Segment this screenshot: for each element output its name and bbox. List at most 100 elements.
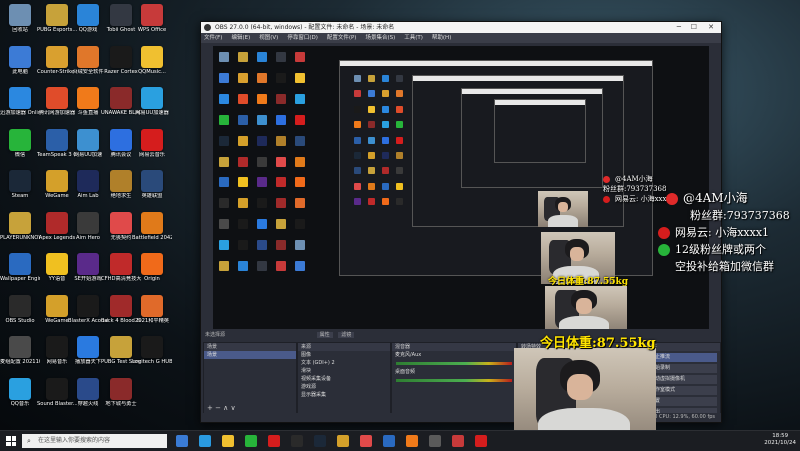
filters-button[interactable]: 滤镜 <box>338 332 355 338</box>
scenes-panel: 场景 场景 + − ∧ ∨ <box>203 342 297 414</box>
taskbar-app-icon[interactable] <box>291 435 303 447</box>
nested-obs-preview-2 <box>412 75 624 227</box>
taskbar-app-icon[interactable] <box>406 435 418 447</box>
source-item[interactable]: 图像 <box>298 351 390 359</box>
desktop-icon[interactable]: Origin <box>132 251 172 297</box>
source-item[interactable]: 滑块 <box>298 367 390 375</box>
pubg-icon <box>46 4 68 26</box>
obs-menu-item[interactable]: 停靠窗口(D) <box>287 35 318 41</box>
desktop-icon[interactable]: 微信 <box>0 127 40 173</box>
properties-button[interactable]: 属性 <box>316 332 333 338</box>
douyu-icon <box>77 87 99 109</box>
minimize-icon[interactable]: ─ <box>677 22 681 33</box>
taskbar-app-icon[interactable] <box>337 435 349 447</box>
desktop-icon[interactable]: 2021和平精英 <box>132 293 172 339</box>
maximize-icon[interactable]: ☐ <box>691 22 697 33</box>
obs-menu-item[interactable]: 工具(T) <box>404 35 423 41</box>
obs-menu-item[interactable]: 编辑(E) <box>231 35 250 41</box>
taskbar-app-icon[interactable] <box>475 435 487 447</box>
desktop-icon-label: QQMusic... <box>138 68 166 75</box>
obs-menu-item[interactable]: 帮助(H) <box>432 35 451 41</box>
control-button[interactable]: 启动虚拟摄像机 <box>647 375 717 384</box>
pubg-test-icon <box>110 336 132 358</box>
windows-start-icon[interactable] <box>6 436 16 446</box>
source-item[interactable]: 游戏源 <box>298 383 390 391</box>
taskbar-app-icon[interactable] <box>429 435 441 447</box>
uu-icon <box>141 87 163 109</box>
origin-icon <box>141 253 163 275</box>
desktop-icon[interactable]: OBS Studio <box>0 293 40 339</box>
system-clock[interactable]: 18:59 2021/10/24 <box>764 433 796 447</box>
desktop-icon-label: QQ音乐 <box>10 400 30 407</box>
obs-window-title: OBS 27.0.0 (64-bit, windows) - 配置文件: 未命名… <box>215 24 395 31</box>
desktop-icon[interactable]: Battlefield 2042 Open <box>132 210 172 256</box>
taskbar-app-icon[interactable] <box>199 435 211 447</box>
scene-item[interactable]: 场景 <box>204 351 296 359</box>
desktop-icon[interactable]: WPS Office <box>132 2 172 48</box>
huorong-icon <box>77 45 99 68</box>
b4b-icon <box>110 294 132 317</box>
obs-menu-item[interactable]: 场景集合(S) <box>365 35 395 41</box>
desktop-icon[interactable]: 此电脑 <box>0 44 40 90</box>
taskbar-app-icon[interactable] <box>245 435 257 447</box>
desktop-icon-label: 微信 <box>14 151 26 158</box>
desktop-icon[interactable]: 回收站 <box>0 2 40 48</box>
razer-icon <box>110 45 132 68</box>
desktop-icon[interactable]: 英雄联盟 <box>132 168 172 214</box>
streamer-info-overlay: @4AM小海 粉丝群:793737368 网易云: 小海xxxx1 12级粉丝牌… <box>658 190 790 275</box>
desktop-icon[interactable]: Wallpaper Engine <box>0 251 40 297</box>
mixer-mic-label: 麦克风/Aux <box>395 352 422 358</box>
obs-title-bar[interactable]: OBS 27.0.0 (64-bit, windows) - 配置文件: 未命名… <box>201 22 721 33</box>
desktop-icon[interactable]: 网易云音乐 <box>132 127 172 173</box>
desktop-icon-label: 地下城与勇士 <box>105 400 137 407</box>
taskbar-app-icon[interactable] <box>452 435 464 447</box>
close-icon[interactable]: ✕ <box>708 22 714 33</box>
scene-add-remove[interactable]: + − ∧ ∨ <box>207 404 236 412</box>
cf-icon <box>77 377 99 400</box>
this-pc-icon <box>9 45 31 68</box>
desktop-icon-label: Steam <box>11 193 29 199</box>
taskbar-app-icon[interactable] <box>383 435 395 447</box>
desktop-icon[interactable]: PLAYERUNKNOWN BATTLEGR... <box>0 210 40 256</box>
nested-webcam <box>538 191 588 227</box>
desktop-icon[interactable]: 网易UU加速器 <box>132 85 172 131</box>
control-button[interactable]: 工作室模式 <box>647 386 717 395</box>
qqmusic2-icon <box>9 377 31 400</box>
desktop-icon[interactable]: Steam <box>0 168 40 214</box>
taskbar-app-icon[interactable] <box>360 435 372 447</box>
desktop-icon[interactable]: 迅游加速器 Online <box>0 85 40 131</box>
desktop-icon-label: 此电脑 <box>12 68 28 75</box>
taskbar-search[interactable]: ⌕ 在这里输入你要搜索的内容 <box>22 434 167 448</box>
wechat-icon <box>658 243 670 256</box>
obs-icon <box>9 294 31 317</box>
taskbar-app-icon[interactable] <box>268 435 280 447</box>
pubg2-icon <box>110 170 132 192</box>
control-button[interactable]: 停止推流 <box>647 353 717 362</box>
source-item[interactable]: 文本 (GDI+) 2 <box>298 359 390 367</box>
obs-menu-item[interactable]: 视图(V) <box>259 35 278 41</box>
control-button[interactable]: 开始录制 <box>647 364 717 373</box>
desktop-icon[interactable]: QQMusic... <box>132 44 172 90</box>
desktop-icon[interactable]: Logitech G HUB <box>132 334 172 380</box>
nested-obs-preview-3 <box>461 88 603 188</box>
control-button[interactable]: 设置 <box>647 397 717 406</box>
obs-preview[interactable]: 今日体重:87.55kg @4AM小海 粉丝群:793737368 网易云: 小… <box>213 46 709 329</box>
tx-accel-icon <box>46 87 68 109</box>
desktop-meter[interactable] <box>396 379 512 382</box>
desktop-icon-label: OBS Studio <box>5 317 35 324</box>
desktop-icon[interactable]: 麦组配置 20211031... <box>0 334 40 380</box>
source-item[interactable]: 视频采集设备 <box>298 375 390 383</box>
desktop-icon[interactable]: 地下城与勇士 <box>101 376 141 422</box>
desktop-icon-label: Logitech G HUB <box>132 359 172 365</box>
taskbar-app-icon[interactable] <box>222 435 234 447</box>
source-item[interactable]: 显示器采集 <box>298 391 390 399</box>
taskbar-app-icon[interactable] <box>176 435 188 447</box>
search-placeholder: 在这里输入你要搜索的内容 <box>38 437 111 444</box>
obs-menu-item[interactable]: 文件(F) <box>204 35 222 41</box>
desktop-icon[interactable]: QQ音乐 <box>0 376 40 422</box>
desktop-icon-label: Wallpaper Engine <box>0 276 40 282</box>
obs-menu-item[interactable]: 配置文件(P) <box>327 35 357 41</box>
mic-meter[interactable] <box>396 362 512 365</box>
taskbar-app-icon[interactable] <box>314 435 326 447</box>
wegame2-icon <box>46 294 68 317</box>
